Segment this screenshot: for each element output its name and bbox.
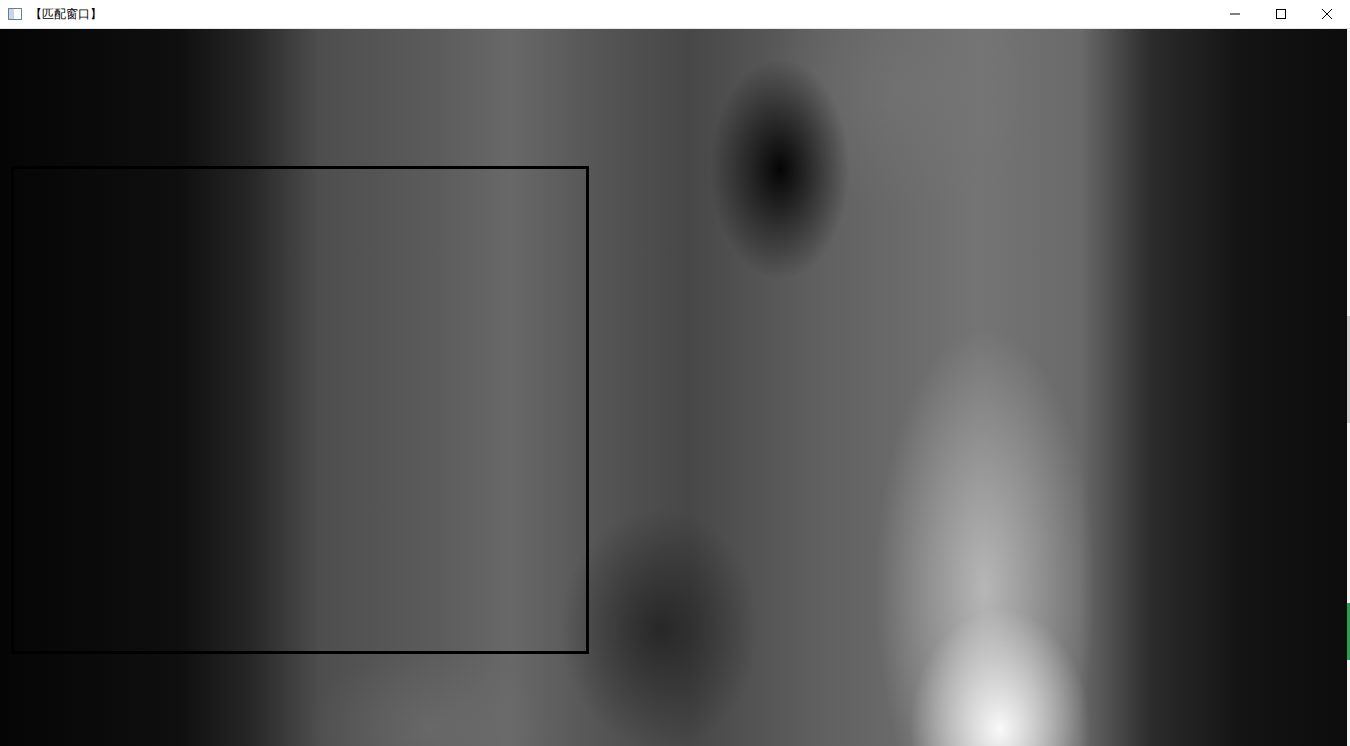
window-title: 【匹配窗口】 [30,4,102,25]
minimize-icon [1229,8,1241,20]
close-icon [1321,8,1333,20]
title-bar[interactable]: 【匹配窗口】 [0,0,1350,29]
background-window-edge [1347,29,1350,746]
match-rectangle [11,166,589,654]
grayscale-match-result [0,29,1347,746]
maximize-button[interactable] [1258,0,1304,28]
opencv-window: 【匹配窗口】 [0,0,1350,746]
window-controls [1212,0,1350,28]
maximize-icon [1275,8,1287,20]
minimize-button[interactable] [1212,0,1258,28]
close-button[interactable] [1304,0,1350,28]
app-icon [8,8,22,20]
